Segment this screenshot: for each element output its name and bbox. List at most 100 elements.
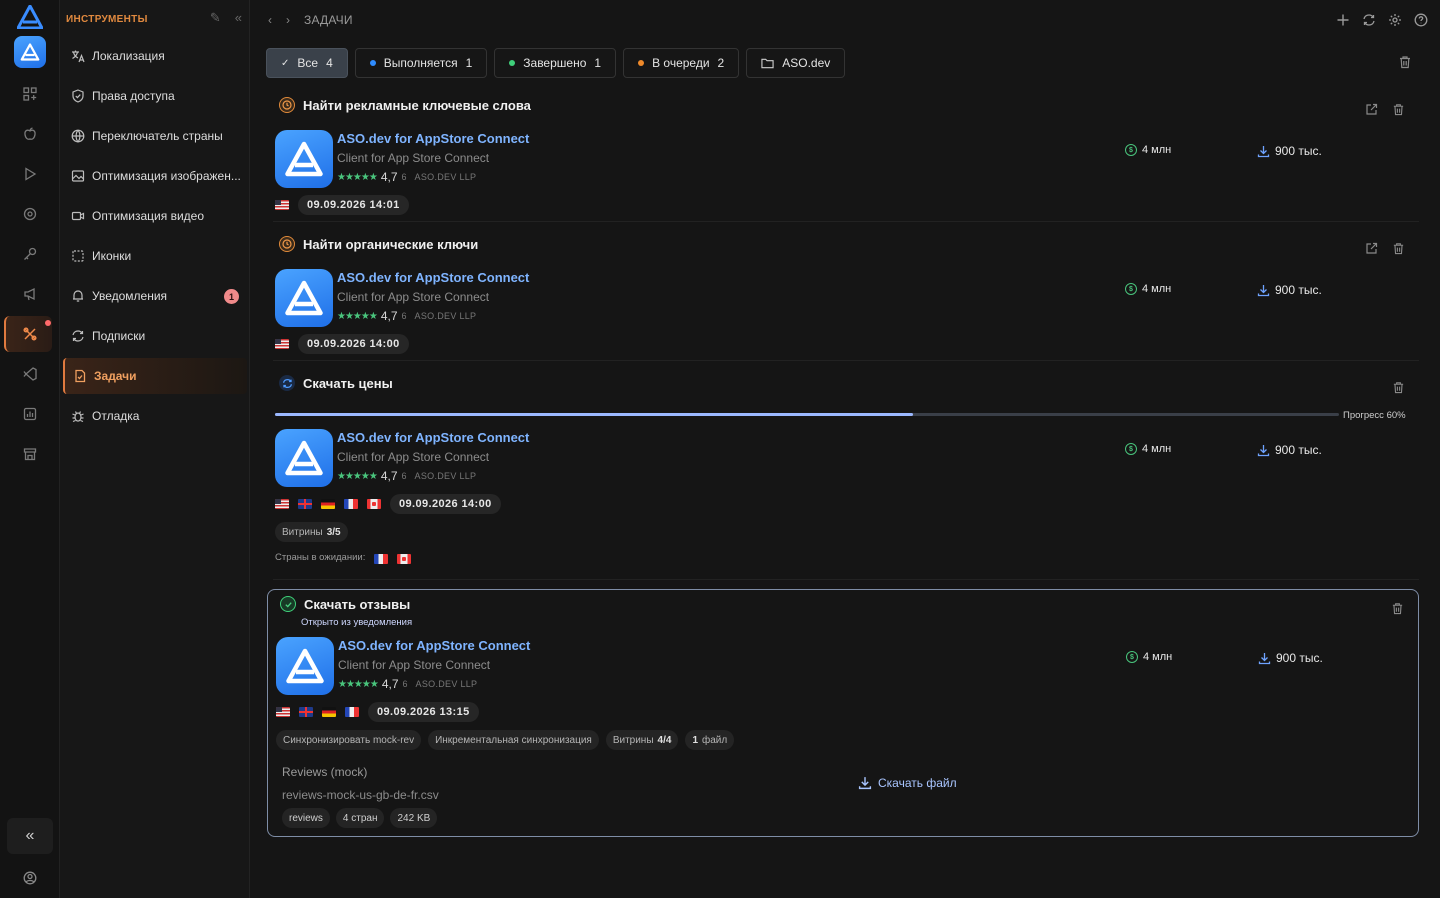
developer-name: ASO.DEV LLP [414, 471, 477, 481]
filter-label: Завершено [523, 56, 587, 70]
downloads-stat: 900 тыс. [1257, 283, 1322, 297]
trash-icon[interactable] [1392, 242, 1405, 255]
downloads-stat: 900 тыс. [1258, 651, 1323, 665]
task-card[interactable]: Найти органические ключи ASO.dev for App… [267, 229, 1419, 361]
tools-icon[interactable] [18, 322, 42, 346]
sidebar-item-debug[interactable]: Отладка [63, 398, 247, 434]
trash-icon[interactable] [1392, 103, 1405, 116]
filter-aso-dev[interactable]: ASO.dev [746, 48, 846, 78]
app-avatar-icon[interactable] [14, 36, 46, 68]
sidebar-item-image-optimization[interactable]: Оптимизация изображен... [63, 158, 247, 194]
clear-all-trash-icon[interactable] [1398, 55, 1412, 69]
storefronts-tag: Витрины 3/5 [275, 522, 348, 542]
gear-icon[interactable] [1388, 13, 1402, 27]
open-external-icon[interactable] [1365, 103, 1378, 116]
task-card-highlighted[interactable]: Скачать отзывы Открыто из уведомления AS… [267, 589, 1419, 837]
help-icon[interactable] [1414, 13, 1428, 27]
sidebar-item-notifications[interactable]: Уведомления 1 [63, 278, 247, 314]
target-icon[interactable] [18, 202, 42, 226]
collapse-rail-button[interactable]: « [7, 818, 53, 854]
filter-running[interactable]: Выполняется 1 [354, 48, 488, 78]
store-icon[interactable] [18, 442, 42, 466]
card-divider [273, 221, 1419, 222]
user-icon[interactable] [18, 866, 42, 890]
sidebar-item-video-optimization[interactable]: Оптимизация видео [63, 198, 247, 234]
filter-queued[interactable]: В очереди 2 [623, 48, 740, 78]
key-icon[interactable] [18, 242, 42, 266]
app-name[interactable]: ASO.dev for AppStore Connect [337, 270, 529, 285]
sidebar-item-country-switcher[interactable]: Переключатель страны [63, 118, 247, 154]
task-header: Скачать цены [279, 375, 393, 391]
forward-chevron-icon[interactable]: › [286, 13, 290, 27]
task-date: 09.09.2026 14:00 [390, 494, 501, 514]
breadcrumb: ‹ › ЗАДАЧИ [268, 13, 353, 27]
app-subtitle: Client for App Store Connect [337, 151, 490, 165]
flag-fr-icon [374, 554, 389, 564]
app-summary[interactable]: ASO.dev for AppStore Connect Client for … [275, 269, 1415, 327]
app-icon [276, 637, 334, 695]
task-header: Найти органические ключи [279, 236, 478, 252]
collapse-sidebar-icon[interactable]: « [235, 11, 242, 25]
sidebar-item-localization[interactable]: Локализация [63, 38, 247, 74]
download-file-button[interactable]: Скачать файл [858, 776, 957, 790]
play-store-icon[interactable] [18, 162, 42, 186]
developer-name: ASO.DEV LLP [414, 311, 477, 321]
status-filter-bar: ✓ Все 4 Выполняется 1 Завершено 1 В очер… [266, 48, 846, 78]
downloads-value: 900 тыс. [1275, 443, 1322, 457]
task-header: Скачать отзывы [280, 596, 410, 612]
app-summary[interactable]: ASO.dev for AppStore Connect Client for … [275, 429, 1415, 487]
image-icon [71, 170, 85, 182]
app-summary[interactable]: ASO.dev for AppStore Connect Client for … [276, 637, 1416, 695]
trash-icon[interactable] [1391, 602, 1404, 615]
rating-value: 4,7 [380, 170, 398, 184]
apps-grid-icon[interactable] [18, 82, 42, 106]
rating-count: 6 [401, 172, 407, 182]
sidebar-header: ИНСТРУМЕНТЫ ✎ « [66, 11, 246, 27]
trash-icon[interactable] [1392, 381, 1405, 394]
apple-icon[interactable] [18, 122, 42, 146]
task-title: Скачать цены [303, 375, 393, 391]
rating-stars: ★★★★★ [337, 470, 378, 482]
task-card[interactable]: Найти рекламные ключевые слова ASO.dev f… [267, 90, 1419, 222]
aso-logo-icon[interactable] [17, 5, 43, 29]
filter-completed[interactable]: Завершено 1 [494, 48, 617, 78]
sidebar-item-icons[interactable]: Иконки [63, 238, 247, 274]
app-icon [275, 429, 333, 487]
task-icon [75, 369, 86, 383]
analytics-icon[interactable] [18, 402, 42, 426]
developer-name: ASO.DEV LLP [414, 172, 477, 182]
vscode-icon[interactable] [18, 362, 42, 386]
tools-sidebar: ИНСТРУМЕНТЫ ✎ « Локализация Права доступ… [60, 0, 250, 898]
rating-value: 4,7 [381, 677, 399, 691]
tag-value: 3/5 [326, 526, 341, 538]
task-date: 09.09.2026 14:00 [298, 334, 409, 354]
file-size-tag: 242 KB [390, 808, 438, 828]
app-name[interactable]: ASO.dev for AppStore Connect [337, 430, 529, 445]
app-name[interactable]: ASO.dev for AppStore Connect [338, 638, 530, 653]
task-header: Найти рекламные ключевые слова [279, 97, 531, 113]
sidebar-item-permissions[interactable]: Права доступа [63, 78, 247, 114]
revenue-value: 4 млн [1142, 283, 1172, 295]
app-name[interactable]: ASO.dev for AppStore Connect [337, 131, 529, 146]
download-icon [1257, 145, 1270, 157]
filter-all[interactable]: ✓ Все 4 [266, 48, 348, 78]
refresh-icon[interactable] [1362, 13, 1376, 27]
app-summary[interactable]: ASO.dev for AppStore Connect Client for … [275, 130, 1415, 188]
sidebar-item-tasks[interactable]: Задачи [63, 358, 247, 394]
check-circle-icon [280, 596, 296, 612]
flag-fr-icon [345, 707, 359, 717]
plus-icon[interactable] [1336, 13, 1350, 27]
flag-ca-icon [367, 499, 381, 509]
open-external-icon[interactable] [1365, 242, 1378, 255]
pending-label: Страны в ожидании: [275, 551, 366, 563]
dollar-icon: $ [1126, 651, 1138, 663]
tag-value: 4/4 [657, 734, 672, 746]
pencil-icon[interactable]: ✎ [210, 11, 221, 25]
task-card[interactable]: Скачать цены Прогресс 60% ASO.dev for Ap… [267, 368, 1419, 580]
flag-de-icon [321, 499, 335, 509]
megaphone-icon[interactable] [18, 282, 42, 306]
sidebar-item-subscriptions[interactable]: Подписки [63, 318, 247, 354]
back-chevron-icon[interactable]: ‹ [268, 13, 272, 27]
file-countries-tag: 4 стран [335, 808, 385, 828]
flag-gb-icon [298, 499, 312, 509]
